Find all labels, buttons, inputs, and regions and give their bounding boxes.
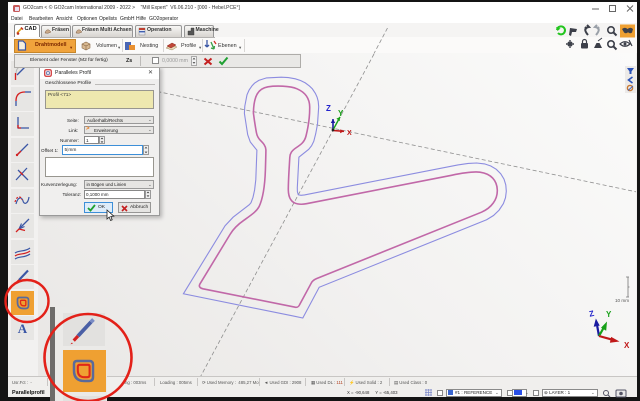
svg-text:10 mm: 10 mm: [615, 298, 629, 303]
svg-text:A: A: [18, 321, 28, 336]
svg-text:Z: Z: [588, 309, 595, 319]
svg-text:Y: Y: [338, 109, 344, 118]
svg-text:Y: Y: [606, 310, 612, 319]
svg-text:X: X: [624, 341, 630, 350]
svg-text:Z: Z: [326, 104, 331, 113]
svg-text:X: X: [347, 130, 352, 137]
